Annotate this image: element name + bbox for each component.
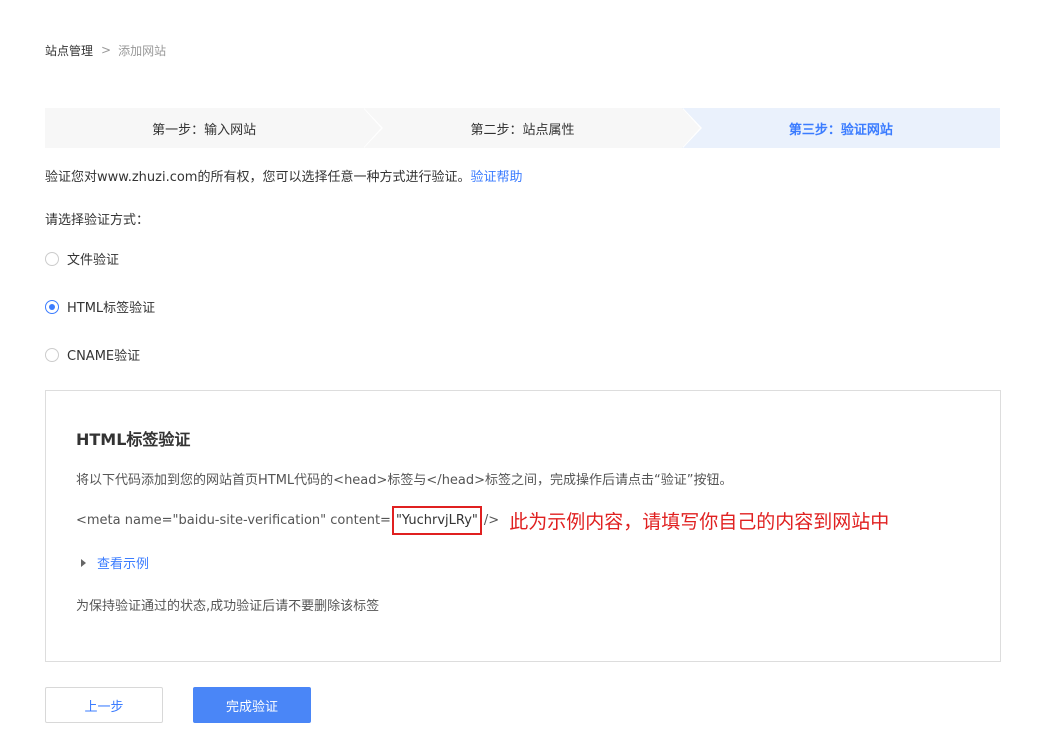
intro-text: 验证您对www.zhuzi.com的所有权，您可以选择任意一种方式进行验证。验证… (45, 166, 523, 185)
intro-description: 验证您对www.zhuzi.com的所有权，您可以选择任意一种方式进行验证。 (45, 170, 471, 185)
radio-cname[interactable] (45, 347, 59, 362)
breadcrumb-site-management[interactable]: 站点管理 (45, 42, 93, 59)
verification-help-link[interactable]: 验证帮助 (470, 170, 522, 185)
complete-verification-button[interactable]: 完成验证 (193, 687, 311, 723)
choose-method-label: 请选择验证方式： (45, 213, 150, 228)
method-cname-option[interactable]: CNAME验证 (45, 345, 140, 364)
step-3-label: 第三步：验证网站 (788, 122, 893, 138)
breadcrumb-current: 添加网站 (118, 43, 167, 58)
step-2: 第二步：站点属性 (363, 108, 702, 148)
method-html-option[interactable]: HTML标签验证 (45, 297, 155, 316)
step-2-label: 第二步：站点属性 (470, 122, 575, 138)
code-prefix: <meta name="baidu-site-verification" con… (76, 512, 391, 528)
step-3: 第三步：验证网站 (681, 108, 1000, 148)
caret-right-icon (81, 558, 86, 567)
view-example-label: 查看示例 (97, 557, 150, 572)
panel-note: 为保持验证通过的状态,成功验证后请不要删除该标签 (76, 599, 380, 614)
method-file-label: 文件验证 (67, 253, 120, 268)
method-cname-label: CNAME验证 (67, 349, 141, 364)
step-arrow (363, 108, 382, 148)
previous-step-button[interactable]: 上一步 (45, 687, 163, 723)
radio-html[interactable] (45, 299, 59, 314)
step-indicator: 第一步：输入网站 第二步：站点属性 第三步：验证网站 (45, 108, 1000, 148)
panel-title: HTML标签验证 (76, 430, 191, 449)
example-annotation: 此为示例内容，请填写你自己的内容到网站中 (509, 510, 890, 533)
step-arrow (681, 108, 700, 148)
method-file-option[interactable]: 文件验证 (45, 249, 119, 268)
verification-code-value[interactable]: "YuchrvjLRy" (391, 505, 482, 535)
code-suffix: /> (483, 512, 500, 528)
view-example-toggle[interactable]: 查看示例 (76, 553, 149, 572)
meta-code-line: <meta name="baidu-site-verification" con… (76, 504, 889, 536)
breadcrumb: 站点管理 > 添加网站 (45, 41, 166, 59)
html-tag-panel: HTML标签验证 将以下代码添加到您的网站首页HTML代码的<head>标签与<… (45, 390, 1001, 662)
method-html-label: HTML标签验证 (67, 301, 156, 316)
radio-file[interactable] (45, 251, 59, 266)
panel-description: 将以下代码添加到您的网站首页HTML代码的<head>标签与</head>标签之… (76, 473, 733, 488)
step-1-label: 第一步：输入网站 (152, 122, 257, 138)
step-1: 第一步：输入网站 (45, 108, 384, 148)
chevron-right-icon: > (101, 43, 112, 57)
